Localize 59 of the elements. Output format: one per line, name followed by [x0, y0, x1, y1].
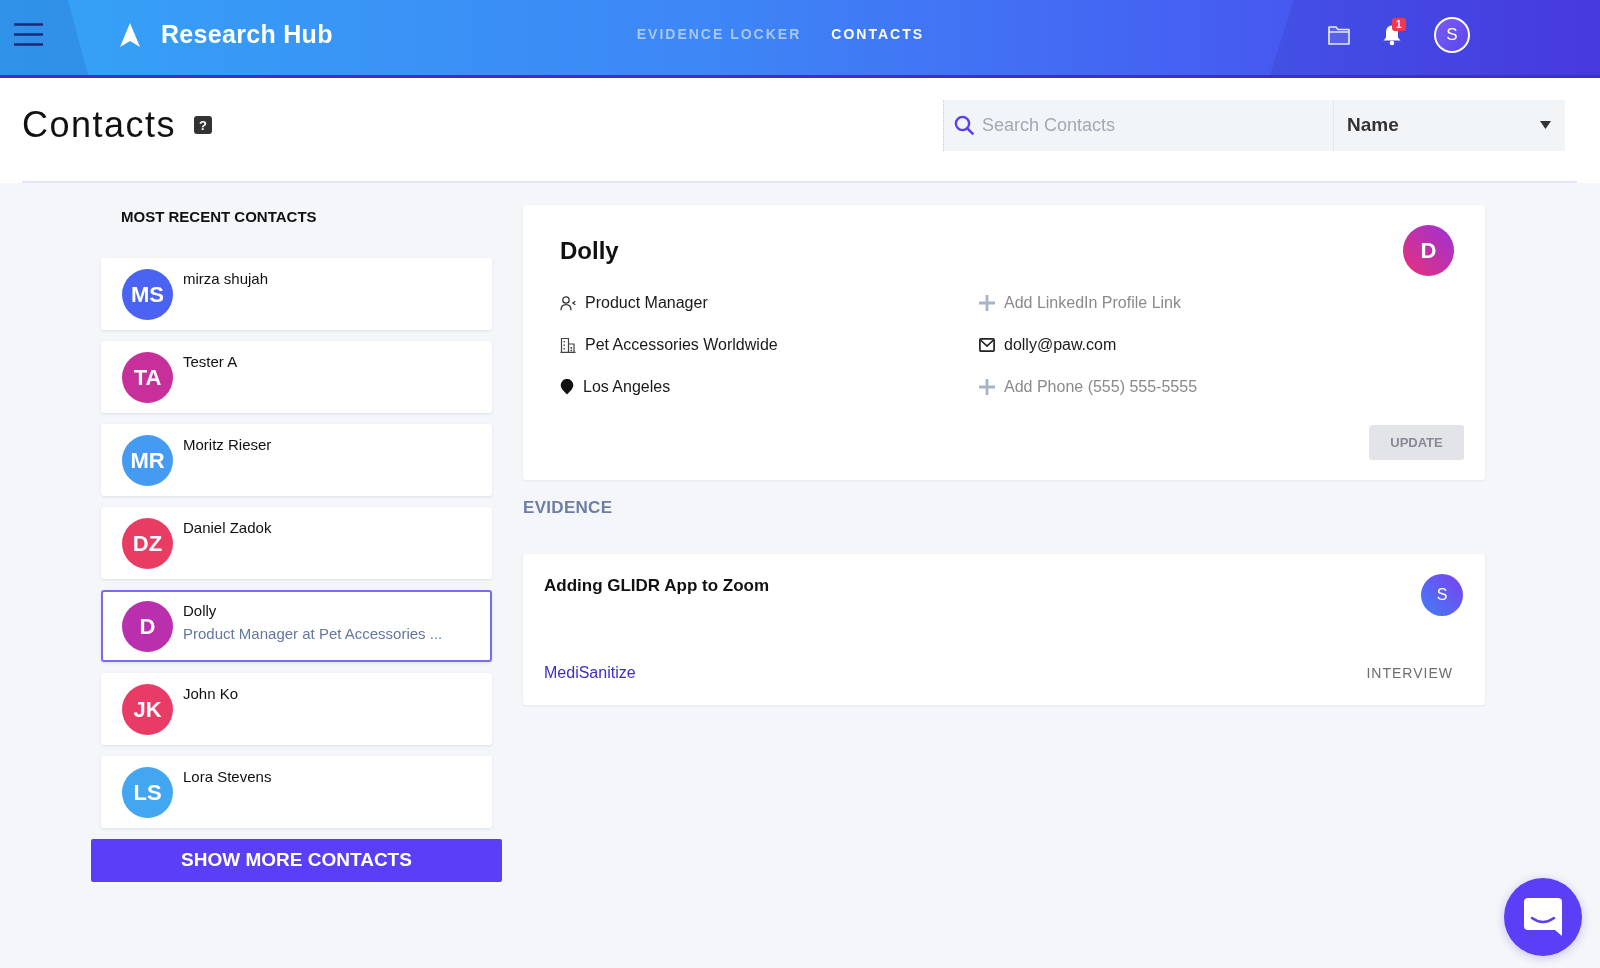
location-field[interactable]: Los Angeles: [583, 375, 959, 399]
contact-name: Tester A: [183, 352, 238, 372]
contact-card[interactable]: TA Tester A: [101, 341, 492, 413]
contact-name: Lora Stevens: [183, 767, 272, 787]
company-field[interactable]: Pet Accessories Worldwide: [585, 333, 959, 357]
role-field[interactable]: Product Manager: [585, 291, 959, 315]
contact-card[interactable]: MR Moritz Rieser: [101, 424, 492, 496]
contact-avatar: MR: [122, 434, 173, 486]
show-more-button[interactable]: SHOW MORE CONTACTS: [91, 839, 502, 882]
logo-icon: [120, 22, 140, 47]
project-link[interactable]: MediSanitize: [544, 661, 636, 685]
chat-button[interactable]: [1504, 878, 1582, 956]
plus-icon: [979, 295, 995, 311]
search-icon: [954, 114, 974, 135]
app-name: Research Hub: [161, 18, 333, 50]
contact-avatar: DZ: [122, 517, 173, 569]
evidence-title: Adding GLIDR App to Zoom: [544, 575, 770, 597]
caret-icon: [1540, 121, 1551, 129]
person-icon: [560, 295, 576, 311]
contact-card[interactable]: LS Lora Stevens: [101, 756, 492, 828]
contact-name: Dolly: [183, 601, 218, 621]
contact-avatar: TA: [122, 351, 173, 403]
contact-card[interactable]: DZ Daniel Zadok: [101, 507, 492, 579]
evidence-card[interactable]: Adding GLIDR App to Zoom S MediSanitize INTERVIEW: [523, 554, 1485, 705]
menu-icon[interactable]: [14, 23, 43, 46]
section-heading: MOST RECENT CONTACTS: [121, 207, 318, 227]
phone-field[interactable]: Add Phone (555) 555-5555: [1004, 375, 1444, 399]
location-pin-icon: [560, 379, 574, 395]
section-heading: EVIDENCE: [523, 497, 614, 519]
email-field[interactable]: dolly@paw.com: [1004, 333, 1444, 357]
nav-link[interactable]: CONTACTS: [831, 24, 925, 45]
plus-icon: [979, 379, 995, 395]
user-avatar[interactable]: S: [1434, 16, 1470, 53]
contact-name: mirza shujah: [183, 269, 269, 289]
contact-card[interactable]: D Dolly Product Manager at Pet Accessories ...: [101, 590, 492, 662]
notification-badge: 1: [1392, 17, 1406, 31]
linkedin-field[interactable]: Add LinkedIn Profile Link: [1004, 291, 1444, 315]
folder-icon[interactable]: [1328, 24, 1350, 45]
contact-avatar: D: [1403, 225, 1454, 276]
contact-name: Dolly: [560, 235, 619, 266]
search-field[interactable]: Search Contacts: [943, 99, 1333, 151]
sort-dropdown[interactable]: Name: [1333, 99, 1565, 151]
owner-avatar: S: [1421, 574, 1463, 616]
contact-name: John Ko: [183, 684, 239, 704]
contact-avatar: D: [122, 600, 173, 652]
contact-name: Daniel Zadok: [183, 518, 272, 538]
contact-card[interactable]: MS mirza shujah: [101, 258, 492, 330]
contact-subtitle: Product Manager at Pet Accessories ...: [183, 624, 443, 644]
contact-avatar: LS: [122, 766, 173, 818]
evidence-type: INTERVIEW: [1366, 663, 1453, 683]
contact-avatar: JK: [122, 683, 173, 735]
envelope-icon: [979, 338, 995, 352]
contact-name: Moritz Rieser: [183, 435, 272, 455]
contact-card[interactable]: JK John Ko: [101, 673, 492, 745]
help-icon[interactable]: ?: [194, 116, 213, 134]
page-title: Contacts: [22, 107, 177, 143]
contact-avatar: MS: [122, 268, 173, 320]
building-icon: [560, 337, 576, 353]
chat-bubble-icon: [1524, 898, 1562, 936]
